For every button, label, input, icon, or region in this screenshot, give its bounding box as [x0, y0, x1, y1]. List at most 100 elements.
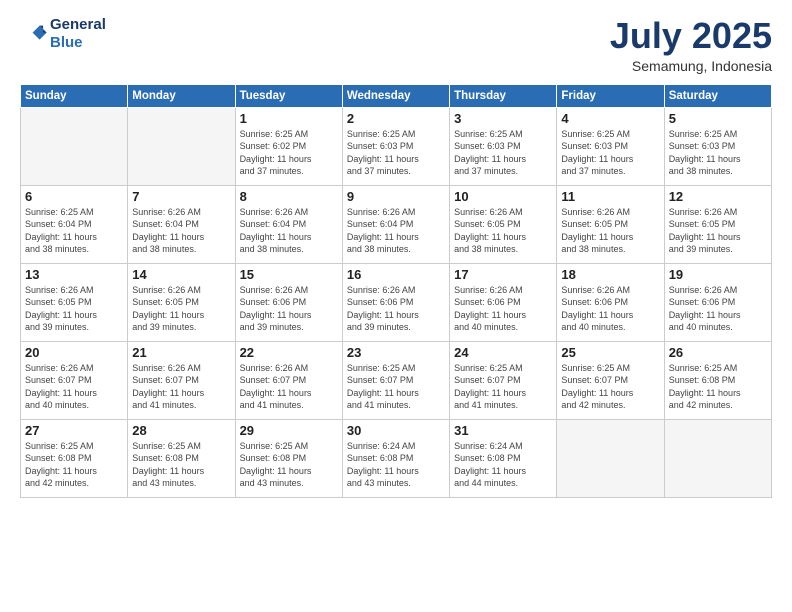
day-info: Sunrise: 6:26 AM Sunset: 6:07 PM Dayligh… [25, 362, 123, 412]
header-wednesday: Wednesday [342, 84, 449, 107]
day-info: Sunrise: 6:24 AM Sunset: 6:08 PM Dayligh… [454, 440, 552, 490]
day-number: 18 [561, 267, 659, 282]
day-info: Sunrise: 6:25 AM Sunset: 6:08 PM Dayligh… [132, 440, 230, 490]
day-info: Sunrise: 6:25 AM Sunset: 6:07 PM Dayligh… [454, 362, 552, 412]
day-number: 21 [132, 345, 230, 360]
day-cell: 10Sunrise: 6:26 AM Sunset: 6:05 PM Dayli… [450, 185, 557, 263]
day-info: Sunrise: 6:26 AM Sunset: 6:05 PM Dayligh… [561, 206, 659, 256]
day-cell: 30 Sunrise: 6:24 AM Sunset: 6:08 PM Dayli… [342, 419, 449, 497]
day-number: 1 [240, 111, 338, 126]
day-number: 30 [347, 423, 445, 438]
day-cell: 23Sunrise: 6:25 AM Sunset: 6:07 PM Dayli… [342, 341, 449, 419]
day-number: 14 [132, 267, 230, 282]
day-cell: 29 Sunrise: 6:25 AM Sunset: 6:08 PM Dayli… [235, 419, 342, 497]
day-cell: 7 Sunrise: 6:26 AM Sunset: 6:04 PM Daylig… [128, 185, 235, 263]
day-number: 27 [25, 423, 123, 438]
day-cell: 22 Sunrise: 6:26 AM Sunset: 6:07 PM Dayli… [235, 341, 342, 419]
day-cell: 31 Sunrise: 6:24 AM Sunset: 6:08 PM Dayli… [450, 419, 557, 497]
day-number: 8 [240, 189, 338, 204]
day-info: Sunrise: 6:25 AM Sunset: 6:03 PM Dayligh… [561, 128, 659, 178]
week-row-3: 13 Sunrise: 6:26 AM Sunset: 6:05 PM Dayli… [21, 263, 772, 341]
day-info: Sunrise: 6:25 AM Sunset: 6:07 PM Dayligh… [347, 362, 445, 412]
day-number: 19 [669, 267, 767, 282]
day-info: Sunrise: 6:26 AM Sunset: 6:07 PM Dayligh… [132, 362, 230, 412]
day-info: Sunrise: 6:26 AM Sunset: 6:04 PM Dayligh… [132, 206, 230, 256]
day-cell: 20Sunrise: 6:26 AM Sunset: 6:07 PM Dayli… [21, 341, 128, 419]
day-number: 2 [347, 111, 445, 126]
day-cell: 2 Sunrise: 6:25 AM Sunset: 6:03 PM Daylig… [342, 107, 449, 185]
day-cell: 28Sunrise: 6:25 AM Sunset: 6:08 PM Dayli… [128, 419, 235, 497]
day-number: 24 [454, 345, 552, 360]
header-monday: Monday [128, 84, 235, 107]
day-cell [557, 419, 664, 497]
day-info: Sunrise: 6:25 AM Sunset: 6:07 PM Dayligh… [561, 362, 659, 412]
title-block: July 2025 Semamung, Indonesia [610, 16, 772, 74]
day-info: Sunrise: 6:25 AM Sunset: 6:03 PM Dayligh… [669, 128, 767, 178]
calendar-page: General Blue July 2025 Semamung, Indones… [0, 0, 792, 612]
day-info: Sunrise: 6:25 AM Sunset: 6:03 PM Dayligh… [347, 128, 445, 178]
day-cell: 8 Sunrise: 6:26 AM Sunset: 6:04 PM Daylig… [235, 185, 342, 263]
day-cell: 21 Sunrise: 6:26 AM Sunset: 6:07 PM Dayli… [128, 341, 235, 419]
calendar-table: Sunday Monday Tuesday Wednesday Thursday… [20, 84, 772, 498]
day-info: Sunrise: 6:25 AM Sunset: 6:03 PM Dayligh… [454, 128, 552, 178]
day-info: Sunrise: 6:26 AM Sunset: 6:07 PM Dayligh… [240, 362, 338, 412]
day-cell: 27Sunrise: 6:25 AM Sunset: 6:08 PM Dayli… [21, 419, 128, 497]
day-info: Sunrise: 6:26 AM Sunset: 6:05 PM Dayligh… [132, 284, 230, 334]
day-number: 7 [132, 189, 230, 204]
header: General Blue July 2025 Semamung, Indones… [20, 16, 772, 74]
header-saturday: Saturday [664, 84, 771, 107]
week-row-5: 27 Sunrise: 6:25 AM Sunset: 6:08 PM Dayli… [21, 419, 772, 497]
header-sunday: Sunday [21, 84, 128, 107]
day-cell: 13 Sunrise: 6:26 AM Sunset: 6:05 PM Dayli… [21, 263, 128, 341]
day-info: Sunrise: 6:26 AM Sunset: 6:06 PM Dayligh… [669, 284, 767, 334]
calendar-subtitle: Semamung, Indonesia [610, 58, 772, 74]
day-cell: 19 Sunrise: 6:26 AM Sunset: 6:06 PM Dayli… [664, 263, 771, 341]
day-number: 16 [347, 267, 445, 282]
day-number: 10 [454, 189, 552, 204]
day-number: 3 [454, 111, 552, 126]
day-number: 11 [561, 189, 659, 204]
day-info: Sunrise: 6:26 AM Sunset: 6:04 PM Dayligh… [347, 206, 445, 256]
day-info: Sunrise: 6:25 AM Sunset: 6:02 PM Dayligh… [240, 128, 338, 178]
day-cell: 26 Sunrise: 6:25 AM Sunset: 6:08 PM Dayli… [664, 341, 771, 419]
day-number: 17 [454, 267, 552, 282]
logo-icon [20, 20, 48, 48]
day-number: 29 [240, 423, 338, 438]
day-cell: 9 Sunrise: 6:26 AM Sunset: 6:04 PM Daylig… [342, 185, 449, 263]
logo: General Blue [20, 16, 106, 52]
header-tuesday: Tuesday [235, 84, 342, 107]
day-number: 5 [669, 111, 767, 126]
day-number: 13 [25, 267, 123, 282]
day-cell: 18 Sunrise: 6:26 AM Sunset: 6:06 PM Dayli… [557, 263, 664, 341]
day-cell: 16 Sunrise: 6:26 AM Sunset: 6:06 PM Dayli… [342, 263, 449, 341]
day-cell: 14 Sunrise: 6:26 AM Sunset: 6:05 PM Dayli… [128, 263, 235, 341]
day-info: Sunrise: 6:25 AM Sunset: 6:08 PM Dayligh… [240, 440, 338, 490]
day-number: 12 [669, 189, 767, 204]
day-number: 26 [669, 345, 767, 360]
day-cell [128, 107, 235, 185]
day-info: Sunrise: 6:26 AM Sunset: 6:06 PM Dayligh… [561, 284, 659, 334]
week-row-4: 20Sunrise: 6:26 AM Sunset: 6:07 PM Dayli… [21, 341, 772, 419]
day-cell: 5 Sunrise: 6:25 AM Sunset: 6:03 PM Daylig… [664, 107, 771, 185]
day-cell: 4Sunrise: 6:25 AM Sunset: 6:03 PM Daylig… [557, 107, 664, 185]
day-info: Sunrise: 6:24 AM Sunset: 6:08 PM Dayligh… [347, 440, 445, 490]
day-number: 22 [240, 345, 338, 360]
day-info: Sunrise: 6:26 AM Sunset: 6:06 PM Dayligh… [347, 284, 445, 334]
week-row-2: 6 Sunrise: 6:25 AM Sunset: 6:04 PM Daylig… [21, 185, 772, 263]
day-info: Sunrise: 6:26 AM Sunset: 6:05 PM Dayligh… [25, 284, 123, 334]
day-cell: 3 Sunrise: 6:25 AM Sunset: 6:03 PM Daylig… [450, 107, 557, 185]
calendar-title: July 2025 [610, 16, 772, 56]
day-info: Sunrise: 6:25 AM Sunset: 6:08 PM Dayligh… [669, 362, 767, 412]
header-row: Sunday Monday Tuesday Wednesday Thursday… [21, 84, 772, 107]
day-number: 9 [347, 189, 445, 204]
header-friday: Friday [557, 84, 664, 107]
day-cell: 15Sunrise: 6:26 AM Sunset: 6:06 PM Dayli… [235, 263, 342, 341]
day-number: 15 [240, 267, 338, 282]
day-info: Sunrise: 6:26 AM Sunset: 6:04 PM Dayligh… [240, 206, 338, 256]
day-number: 6 [25, 189, 123, 204]
day-number: 31 [454, 423, 552, 438]
day-info: Sunrise: 6:25 AM Sunset: 6:04 PM Dayligh… [25, 206, 123, 256]
day-cell: 12Sunrise: 6:26 AM Sunset: 6:05 PM Dayli… [664, 185, 771, 263]
day-cell: 24 Sunrise: 6:25 AM Sunset: 6:07 PM Dayli… [450, 341, 557, 419]
header-thursday: Thursday [450, 84, 557, 107]
